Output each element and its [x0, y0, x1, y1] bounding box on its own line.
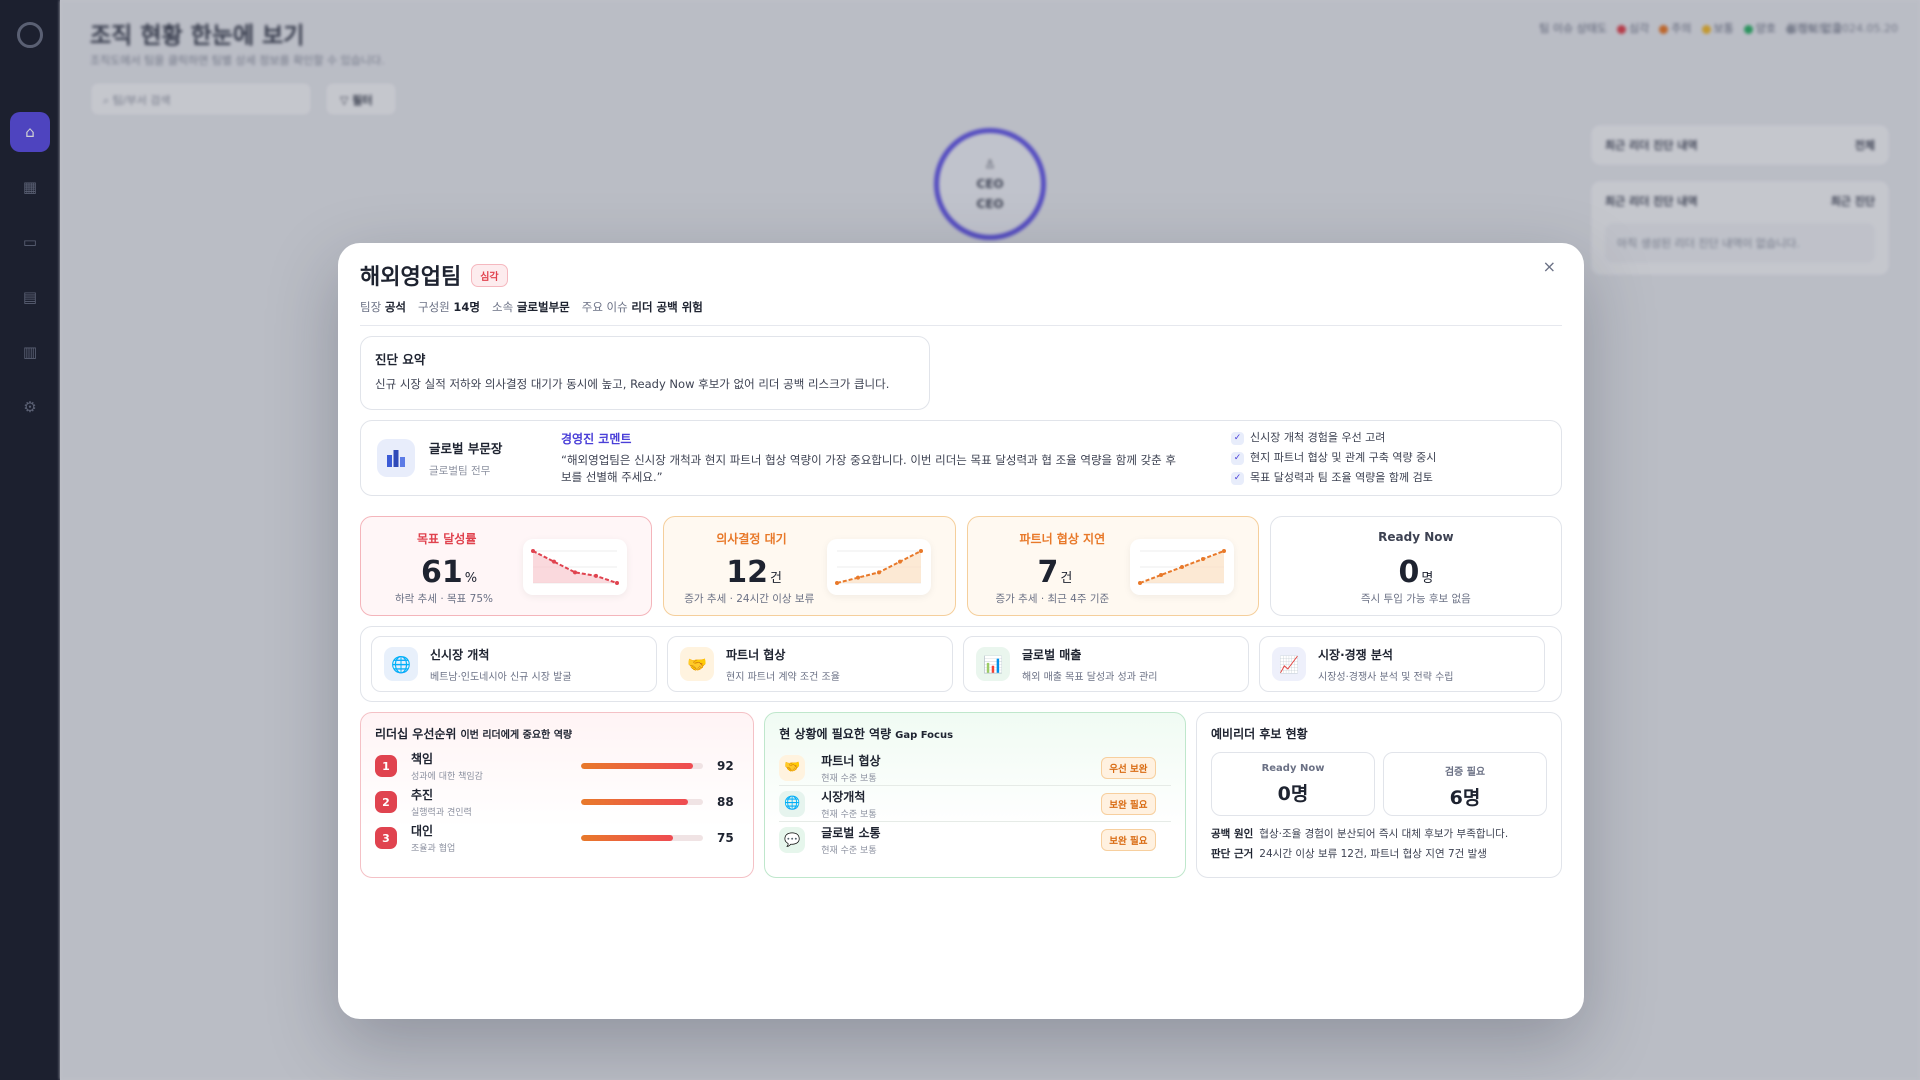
- sparkline-point: [552, 559, 557, 564]
- leadership-priority-panel: 리더십 우선순위 이번 리더에게 중요한 역량 1 책임 성과에 대한 책임감 92…: [360, 712, 755, 878]
- kpi-ready-now: Ready Now 0명 즉시 투입 가능 후보 없음: [1269, 516, 1562, 616]
- sparkline-point: [573, 570, 578, 575]
- gap-row: 🤝 파트너 협상 현재 수준 보통 우선 보완: [779, 750, 1171, 786]
- meta-members: 구성원 14명: [418, 300, 480, 314]
- status-badge: 심각: [471, 263, 508, 287]
- kpi-row: 목표 달성률 61% 하락 추세 · 목표 75% 의사결정 대기 12 건 증가…: [360, 516, 1562, 616]
- score-bar: [581, 799, 703, 805]
- comment-checklist: ✓ 신시장 개척 경험을 우선 고려 ✓ 현지 파트너 협상 및 관계 구축 역량 …: [1231, 428, 1436, 488]
- score-bar: [581, 763, 703, 769]
- team-title: 해외영업팀: [360, 265, 462, 290]
- theme-card[interactable]: 🌐 신시장 개척 베트남·인도네시아 신규 시장 발굴: [371, 636, 657, 692]
- gap-focus-panel: 현 상황에 필요한 역량 Gap Focus 🤝 파트너 협상 현재 수준 보통 우…: [764, 712, 1186, 878]
- candidate-card-needs-review[interactable]: 검증 필요 6명: [1383, 752, 1547, 816]
- candidate-status-panel: 예비리더 후보 현황 Ready Now 0명 검증 필요 6명 공백 원인 협상…: [1196, 712, 1562, 878]
- check-icon: ✓: [1231, 471, 1244, 485]
- sparkline-point: [1137, 581, 1142, 585]
- diagnosis-summary: 진단 요약 신규 시장 실적 저하와 의사결정 대기가 동시에 높고, Read…: [360, 336, 930, 410]
- sparkline-point: [918, 549, 923, 553]
- executive-comment: 글로벌 부문장 글로벌팀 전무 경영진 코멘트 “해외영업팀은 신시장 개척과 …: [360, 420, 1562, 496]
- comment-heading: 경영진 코멘트: [561, 432, 632, 446]
- panel-title: 리더십 우선순위 이번 리더에게 중요한 역량: [375, 727, 573, 741]
- priority-row: 3 대인 조율과 협업 75: [375, 820, 739, 856]
- theme-card[interactable]: 📈 시장·경쟁 분석 시장성·경쟁사 분석 및 전략 수립: [1259, 636, 1545, 692]
- bottom-panels: 리더십 우선순위 이번 리더에게 중요한 역량 1 책임 성과에 대한 책임감 92…: [360, 712, 1562, 878]
- globe-icon: 🌐: [779, 790, 806, 817]
- gap-row: 🌐 시장개척 현재 수준 보통 보완 필요: [779, 786, 1171, 822]
- kpi-decision-backlog: 의사결정 대기 12 건 증가 추세 · 24시간 이상 보류: [663, 516, 956, 616]
- panel-title: 현 상황에 필요한 역량 Gap Focus: [779, 727, 954, 741]
- gap-tag: 보완 필요: [1101, 792, 1156, 815]
- meta-leader: 팀장 공석: [360, 300, 406, 314]
- trend-icon: 📈: [1272, 647, 1306, 681]
- kpi-goal-achievement: 목표 달성률 61% 하락 추세 · 목표 75%: [360, 516, 653, 616]
- key-themes: 🌐 신시장 개척 베트남·인도네시아 신규 시장 발굴 🤝 파트너 협상 현지 파트…: [360, 626, 1562, 702]
- handshake-icon: 🤝: [680, 647, 714, 681]
- candidate-card-ready-now[interactable]: Ready Now 0명: [1211, 752, 1375, 816]
- trend-sparkline: [1129, 539, 1234, 595]
- score-bar: [581, 835, 703, 841]
- team-meta: 팀장 공석 구성원 14명 소속 글로벌부문 주요 이슈 리더 공백 위험: [360, 299, 1562, 326]
- check-item: ✓ 목표 달성력과 팀 조율 역량을 함께 검토: [1231, 468, 1436, 488]
- chat-bubble-icon: 💬: [779, 827, 806, 853]
- priority-row: 1 책임 성과에 대한 책임감 92: [375, 748, 739, 784]
- sparkline-point: [876, 570, 881, 575]
- priority-row: 2 추진 실행력과 견인력 88: [375, 784, 739, 820]
- check-item: ✓ 현지 파트너 협상 및 관계 구축 역량 중시: [1231, 448, 1436, 468]
- gap-tag: 보완 필요: [1101, 829, 1156, 851]
- team-detail-modal: × 해외영업팀 심각 팀장 공석 구성원 14명 소속 글로벌부문 주요 이슈 …: [338, 243, 1584, 1019]
- sparkline-point: [531, 549, 536, 553]
- handshake-icon: 🤝: [779, 754, 806, 781]
- theme-card[interactable]: 📊 글로벌 매출 해외 매출 목표 달성과 성과 관리: [963, 636, 1249, 692]
- comment-author-role: 글로벌팀 전무: [429, 465, 491, 477]
- sparkline-point: [1158, 573, 1163, 577]
- candidate-notes: 공백 원인 협상·조율 경험이 분산되어 즉시 대체 후보가 부족합니다. 판단 …: [1211, 828, 1509, 860]
- building-icon: [377, 439, 415, 477]
- gap-row: 💬 글로벌 소통 현재 수준 보통 보완 필요: [779, 822, 1171, 858]
- sparkline-point: [615, 581, 620, 585]
- theme-card[interactable]: 🤝 파트너 협상 현지 파트너 계약 조건 조율: [667, 636, 953, 692]
- sparkline-point: [1200, 557, 1205, 561]
- check-item: ✓ 신시장 개척 경험을 우선 고려: [1231, 428, 1436, 448]
- meta-division: 소속 글로벌부문: [492, 300, 570, 314]
- sparkline-point: [855, 575, 860, 580]
- meta-issue: 주요 이슈 리더 공백 위험: [581, 300, 703, 314]
- comment-author: 글로벌 부문장: [429, 441, 503, 456]
- close-icon[interactable]: ×: [1543, 257, 1556, 276]
- check-icon: ✓: [1231, 431, 1244, 445]
- sparkline-point: [834, 581, 839, 585]
- sparkline-point: [1221, 549, 1226, 553]
- sparkline-point: [897, 559, 902, 564]
- check-icon: ✓: [1231, 451, 1244, 465]
- comment-text: “해외영업팀은 신시장 개척과 현지 파트너 협상 역량이 가장 중요합니다. …: [561, 453, 1176, 484]
- panel-title: 예비리더 후보 현황: [1211, 727, 1308, 741]
- sparkline-point: [594, 573, 599, 578]
- trend-sparkline: [523, 539, 628, 595]
- summary-label: 진단 요약: [375, 352, 426, 367]
- sparkline-point: [1179, 565, 1184, 569]
- trend-sparkline: [826, 539, 931, 595]
- bar-chart-icon: 📊: [976, 647, 1010, 681]
- summary-text: 신규 시장 실적 저하와 의사결정 대기가 동시에 높고, Ready Now …: [375, 377, 890, 391]
- gap-tag: 우선 보완: [1101, 756, 1156, 779]
- globe-icon: 🌐: [384, 647, 418, 681]
- kpi-partner-delay: 파트너 협상 지연 7건 증가 추세 · 최근 4주 기준: [966, 516, 1259, 616]
